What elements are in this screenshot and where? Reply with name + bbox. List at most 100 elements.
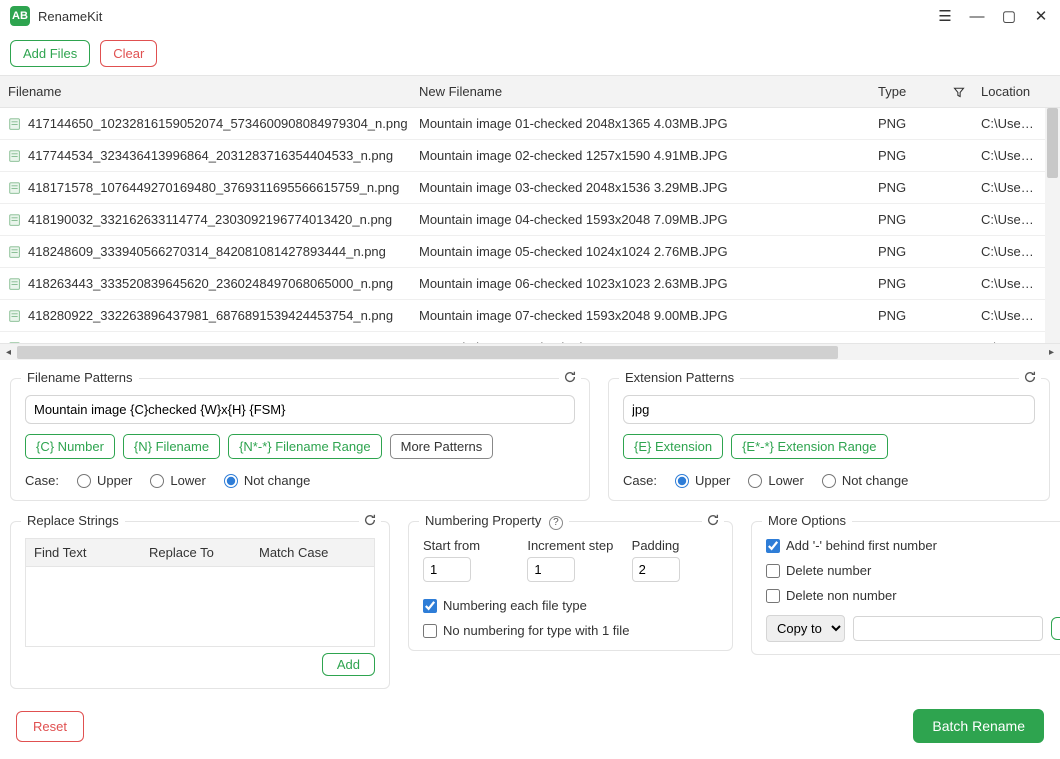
table-row[interactable]: 418280922_332263896437981_68768915394244…	[0, 300, 1060, 332]
change-path-button[interactable]: Change	[1051, 617, 1060, 640]
increment-input[interactable]	[527, 557, 575, 582]
clear-button[interactable]: Clear	[100, 40, 157, 67]
filter-icon[interactable]	[945, 76, 973, 107]
file-icon	[8, 213, 22, 227]
extension-case-lower[interactable]: Lower	[748, 473, 803, 488]
minimize-icon[interactable]: —	[968, 7, 986, 25]
replace-strings-refresh-icon[interactable]	[359, 513, 381, 530]
numbering-legend: Numbering Property ?	[419, 513, 569, 530]
cell-filename: 417144650_10232816159052074_573460090808…	[0, 108, 411, 139]
close-icon[interactable]: ✕	[1032, 7, 1050, 25]
chip-n-filename[interactable]: {N} Filename	[123, 434, 220, 459]
cell-type: PNG	[870, 332, 945, 343]
chip-e-range[interactable]: {E*-*} Extension Range	[731, 434, 887, 459]
replace-table-header: Find Text Replace To Match Case	[25, 538, 375, 567]
cell-filename: 418248609_333940566270314_84208108142789…	[0, 236, 411, 267]
replace-col-to: Replace To	[141, 539, 251, 566]
destination-path-input[interactable]	[853, 616, 1043, 641]
table-row[interactable]: 417744534_323436413996864_20312837163544…	[0, 140, 1060, 172]
start-from-input[interactable]	[423, 557, 471, 582]
table-row[interactable]: 418171578_1076449270169480_3769311695566…	[0, 172, 1060, 204]
reset-button[interactable]: Reset	[16, 711, 84, 742]
chip-c-number[interactable]: {C} Number	[25, 434, 115, 459]
vertical-scroll-thumb[interactable]	[1047, 108, 1058, 178]
replace-add-button[interactable]: Add	[322, 653, 375, 676]
filename-case-notchange[interactable]: Not change	[224, 473, 311, 488]
cell-type: PNG	[870, 300, 945, 331]
file-icon	[8, 309, 22, 323]
replace-table-body[interactable]	[25, 567, 375, 647]
menu-icon[interactable]: ☰	[936, 7, 954, 25]
col-header-filename[interactable]: Filename	[0, 76, 411, 107]
col-header-new-filename[interactable]: New Filename	[411, 76, 870, 107]
top-button-row: Add Files Clear	[0, 32, 1060, 75]
col-header-type[interactable]: Type	[870, 76, 945, 107]
filename-case-lower[interactable]: Lower	[150, 473, 205, 488]
cell-location: C:\Users\m	[973, 300, 1045, 331]
no-numbering-single-checkbox[interactable]: No numbering for type with 1 file	[423, 623, 718, 638]
chip-n-range[interactable]: {N*-*} Filename Range	[228, 434, 382, 459]
numbering-each-type-checkbox[interactable]: Numbering each file type	[423, 598, 718, 613]
increment-label: Increment step	[527, 538, 613, 553]
cell-new-filename: Mountain image 06-checked 1023x1023 2.63…	[411, 268, 870, 299]
file-table: Filename New Filename Type Location 4171…	[0, 75, 1060, 360]
scroll-right-icon[interactable]: ▸	[1043, 344, 1060, 361]
cell-type: PNG	[870, 236, 945, 267]
more-patterns-button[interactable]: More Patterns	[390, 434, 494, 459]
scroll-left-icon[interactable]: ◂	[0, 344, 17, 361]
table-row[interactable]: 419389411_327095210297651_85802593675318…	[0, 332, 1060, 343]
table-row[interactable]: 418263443_333520839645620_23602484970680…	[0, 268, 1060, 300]
cell-new-filename: Mountain image 01-checked 2048x1365 4.03…	[411, 108, 870, 139]
table-row[interactable]: 418190032_332162633114774_23030921967740…	[0, 204, 1060, 236]
filename-pattern-input[interactable]	[25, 395, 575, 424]
col-header-location[interactable]: Location	[973, 76, 1045, 107]
cell-new-filename: Mountain image 05-checked 1024x1024 2.76…	[411, 236, 870, 267]
file-icon	[8, 117, 22, 131]
numbering-refresh-icon[interactable]	[702, 513, 724, 530]
add-files-button[interactable]: Add Files	[10, 40, 90, 67]
batch-rename-button[interactable]: Batch Rename	[913, 709, 1044, 743]
extension-case-notchange[interactable]: Not change	[822, 473, 909, 488]
extension-patterns-refresh-icon[interactable]	[1019, 370, 1041, 387]
cell-location: C:\Users\m	[973, 268, 1045, 299]
cell-location: C:\Users\m	[973, 108, 1045, 139]
filename-case-label: Case:	[25, 473, 59, 488]
start-from-label: Start from	[423, 538, 509, 553]
cell-new-filename: Mountain image 03-checked 2048x1536 3.29…	[411, 172, 870, 203]
title-bar: AB RenameKit ☰ — ▢ ✕	[0, 0, 1060, 32]
horizontal-scroll-thumb[interactable]	[17, 346, 838, 359]
extension-patterns-legend: Extension Patterns	[619, 370, 740, 385]
horizontal-scrollbar[interactable]: ◂ ▸	[0, 343, 1060, 360]
table-body: 417144650_10232816159052074_573460090808…	[0, 108, 1060, 343]
vertical-scrollbar[interactable]	[1045, 108, 1060, 343]
cell-type: PNG	[870, 204, 945, 235]
table-header-row: Filename New Filename Type Location	[0, 75, 1060, 108]
file-icon	[8, 245, 22, 259]
table-row[interactable]: 417144650_10232816159052074_573460090808…	[0, 108, 1060, 140]
filename-patterns-refresh-icon[interactable]	[559, 370, 581, 387]
copy-to-select[interactable]: Copy to	[766, 615, 845, 642]
table-row[interactable]: 418248609_333940566270314_84208108142789…	[0, 236, 1060, 268]
replace-col-matchcase: Match Case	[251, 539, 374, 566]
extension-pattern-input[interactable]	[623, 395, 1035, 424]
cell-type: PNG	[870, 140, 945, 171]
delete-non-number-checkbox[interactable]: Delete non number	[766, 588, 1060, 603]
extension-case-upper[interactable]: Upper	[675, 473, 730, 488]
cell-new-filename: Mountain image 07-checked 1593x2048 9.00…	[411, 300, 870, 331]
file-icon	[8, 149, 22, 163]
cell-filename: 418280922_332263896437981_68768915394244…	[0, 300, 411, 331]
maximize-icon[interactable]: ▢	[1000, 7, 1018, 25]
add-dash-checkbox[interactable]: Add '-' behind first number	[766, 538, 1060, 553]
filename-case-upper[interactable]: Upper	[77, 473, 132, 488]
chip-e-extension[interactable]: {E} Extension	[623, 434, 723, 459]
cell-location: C:\Users\m	[973, 332, 1045, 343]
padding-input[interactable]	[632, 557, 680, 582]
cell-new-filename: Mountain image 04-checked 1593x2048 7.09…	[411, 204, 870, 235]
cell-filename: 417744534_323436413996864_20312837163544…	[0, 140, 411, 171]
app-title: RenameKit	[38, 9, 102, 24]
replace-strings-legend: Replace Strings	[21, 513, 125, 528]
padding-label: Padding	[632, 538, 718, 553]
cell-location: C:\Users\m	[973, 204, 1045, 235]
delete-number-checkbox[interactable]: Delete number	[766, 563, 1060, 578]
numbering-help-icon[interactable]: ?	[549, 516, 563, 530]
